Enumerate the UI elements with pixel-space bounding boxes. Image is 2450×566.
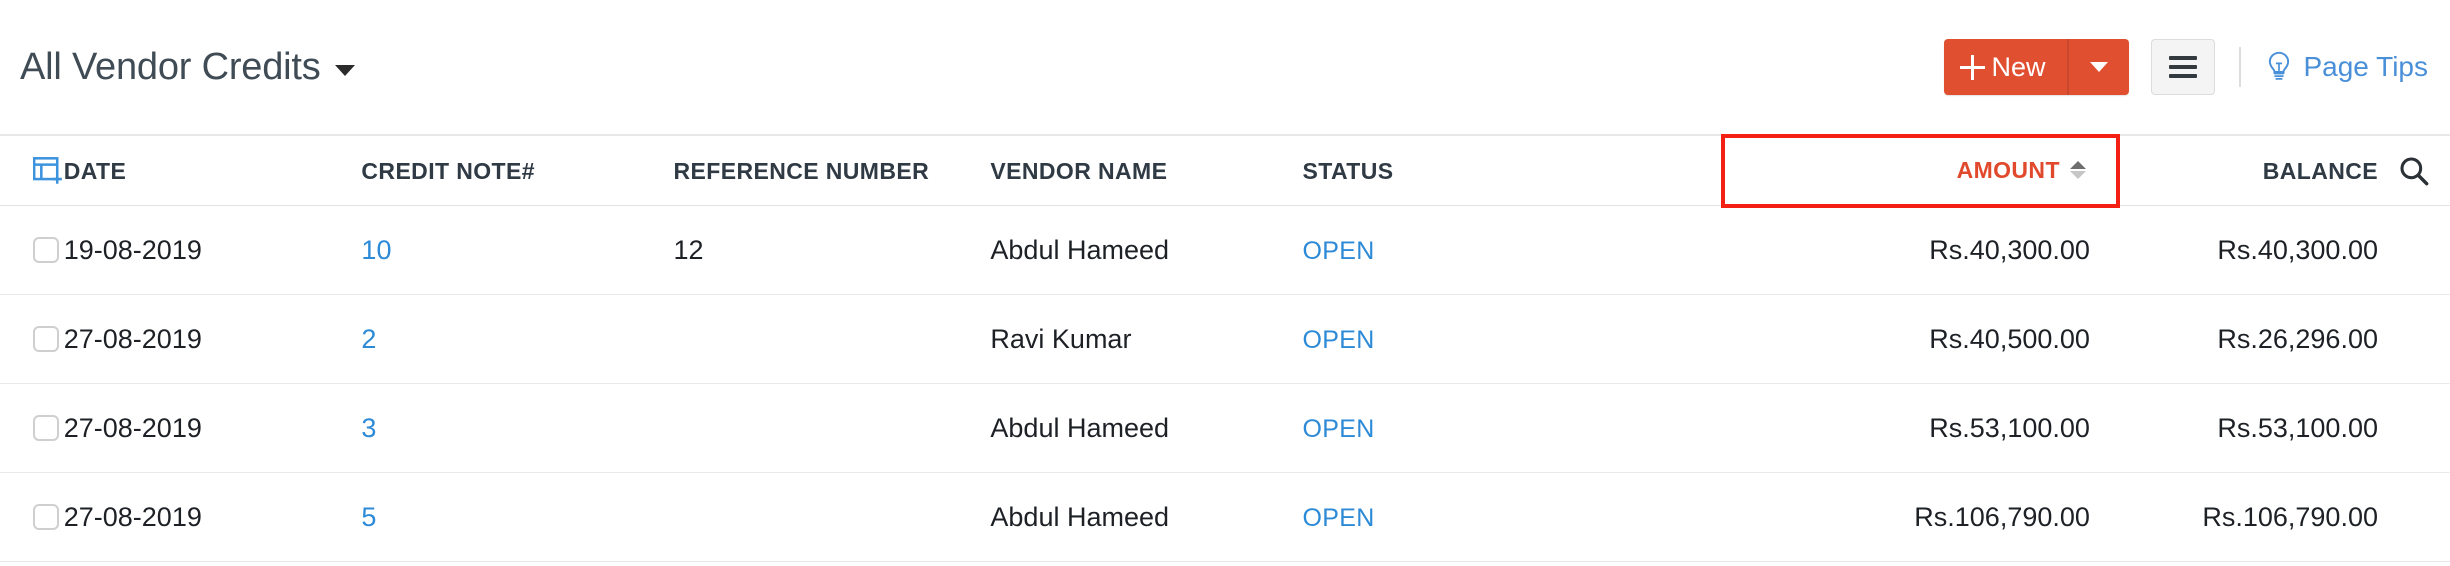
menu-button[interactable]: [2151, 39, 2216, 95]
cell-date: 27-08-2019: [63, 501, 202, 532]
add-column-icon[interactable]: [33, 156, 63, 185]
column-header-date[interactable]: DATE: [64, 158, 127, 184]
toolbar-actions: New Page Tips: [1944, 0, 2428, 134]
cell-credit-note-link[interactable]: 3: [361, 413, 376, 443]
search-cell[interactable]: [2378, 155, 2450, 187]
cell-reference-number: 12: [673, 234, 704, 265]
column-header-status[interactable]: STATUS: [1303, 158, 1394, 184]
checkbox-icon[interactable]: [33, 326, 59, 352]
table-row[interactable]: 19-08-2019 10 12 Abdul Hameed OPEN Rs.40…: [0, 206, 2450, 295]
cell-date: 19-08-2019: [63, 234, 202, 265]
cell-balance: Rs.53,100.00: [2217, 412, 2378, 443]
plus-icon: [1960, 54, 1986, 80]
cell-credit-note-link[interactable]: 5: [361, 502, 376, 532]
sort-ascending-icon: [2069, 161, 2086, 179]
lightbulb-icon: [2269, 51, 2290, 80]
column-settings-cell[interactable]: [0, 156, 64, 185]
new-button-label: New: [1991, 51, 2046, 82]
cell-credit-note-link[interactable]: 10: [361, 235, 391, 265]
status-badge: OPEN: [1302, 503, 1375, 532]
status-badge: OPEN: [1302, 414, 1375, 443]
cell-amount: Rs.106,790.00: [1914, 501, 2090, 532]
row-checkbox-cell[interactable]: [0, 415, 64, 441]
cell-amount: Rs.40,500.00: [1929, 323, 2090, 354]
table-row[interactable]: 27-08-2019 2 Ravi Kumar OPEN Rs.40,500.0…: [0, 295, 2450, 384]
search-icon[interactable]: [2398, 155, 2430, 187]
chevron-down-icon: [2090, 62, 2109, 72]
row-checkbox-cell[interactable]: [0, 237, 64, 263]
cell-vendor-name: Abdul Hameed: [990, 234, 1170, 265]
page-tips-label: Page Tips: [2303, 51, 2428, 82]
row-checkbox-cell[interactable]: [0, 326, 64, 352]
page-title: All Vendor Credits: [20, 46, 321, 88]
new-button[interactable]: New: [1944, 39, 2068, 95]
cell-balance: Rs.106,790.00: [2202, 501, 2378, 532]
hamburger-icon-bar: [2169, 74, 2198, 78]
cell-amount: Rs.40,300.00: [1929, 234, 2090, 265]
column-header-reference-number[interactable]: REFERENCE NUMBER: [674, 158, 930, 184]
table-row[interactable]: 27-08-2019 5 Abdul Hameed OPEN Rs.106,79…: [0, 473, 2450, 562]
checkbox-icon[interactable]: [33, 237, 59, 263]
table-row[interactable]: 27-08-2019 3 Abdul Hameed OPEN Rs.53,100…: [0, 384, 2450, 473]
cell-vendor-name: Abdul Hameed: [990, 501, 1170, 532]
sort-highlight-box: [1721, 133, 2120, 208]
cell-amount: Rs.53,100.00: [1929, 412, 2090, 443]
hamburger-icon-bar: [2169, 56, 2198, 60]
cell-balance: Rs.26,296.00: [2217, 323, 2378, 354]
table-header-row: DATE CREDIT NOTE# REFERENCE NUMBER VENDO…: [0, 133, 2450, 208]
chevron-down-icon[interactable]: [334, 64, 355, 76]
column-header-credit-note[interactable]: CREDIT NOTE#: [361, 158, 534, 184]
new-dropdown-button[interactable]: [2067, 39, 2130, 95]
page-tips-link[interactable]: Page Tips: [2265, 51, 2428, 83]
row-checkbox-cell[interactable]: [0, 504, 64, 530]
view-selector[interactable]: All Vendor Credits: [20, 48, 355, 86]
cell-date: 27-08-2019: [63, 412, 202, 443]
cell-credit-note-link[interactable]: 2: [361, 324, 376, 354]
cell-vendor-name: Abdul Hameed: [990, 412, 1170, 443]
column-header-amount-label: AMOUNT: [1956, 157, 2060, 183]
checkbox-icon[interactable]: [33, 504, 59, 530]
hamburger-icon-bar: [2169, 65, 2198, 69]
page-toolbar: All Vendor Credits New Page Tips: [0, 0, 2450, 136]
vendor-credits-table: DATE CREDIT NOTE# REFERENCE NUMBER VENDO…: [0, 133, 2450, 562]
column-header-amount[interactable]: AMOUNT: [1721, 133, 2120, 208]
checkbox-icon[interactable]: [33, 415, 59, 441]
new-button-group: New: [1944, 39, 2130, 95]
column-header-balance[interactable]: BALANCE: [2263, 158, 2378, 184]
cell-balance: Rs.40,300.00: [2217, 234, 2378, 265]
toolbar-divider: [2239, 47, 2242, 87]
cell-vendor-name: Ravi Kumar: [990, 323, 1132, 354]
column-header-vendor-name[interactable]: VENDOR NAME: [990, 158, 1167, 184]
status-badge: OPEN: [1302, 236, 1375, 265]
status-badge: OPEN: [1302, 325, 1375, 354]
cell-date: 27-08-2019: [63, 323, 202, 354]
